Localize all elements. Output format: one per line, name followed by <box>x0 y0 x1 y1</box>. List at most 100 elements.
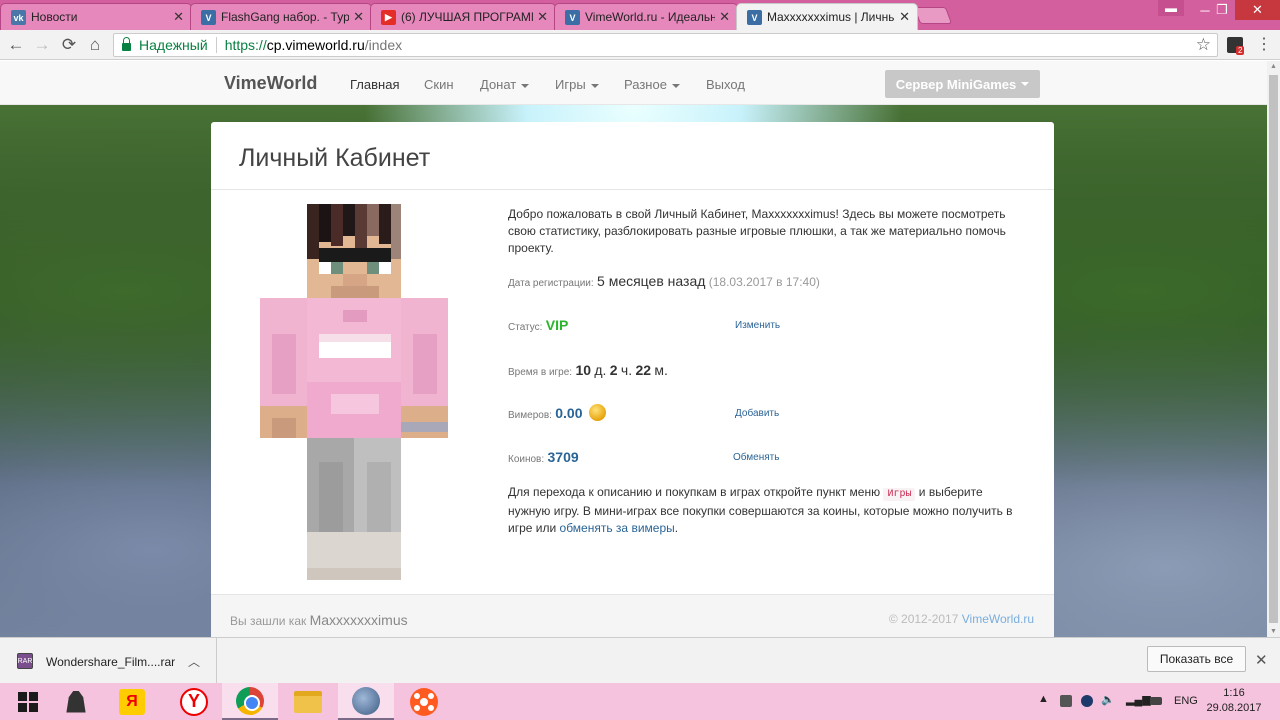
add-vimers-link[interactable]: Добавить <box>735 408 779 419</box>
browser-tab-strip: vk Новости ✕ V FlashGang набор. - Турн ✕… <box>0 0 1280 30</box>
taskbar-explorer[interactable] <box>280 683 336 720</box>
games-hint-text: Для перехода к описанию и покупкам в игр… <box>508 484 1028 537</box>
server-button-label: Сервер MiniGames <box>895 76 1017 92</box>
status-label: Статус: <box>508 322 543 333</box>
chrome-icon <box>236 686 264 715</box>
volume-icon[interactable]: 🔈 <box>1101 693 1115 706</box>
panel-footer: Вы зашли как Maxxxxxxximus © 2012-2017 V… <box>211 594 1054 637</box>
tray-overflow-icon[interactable]: ▲ <box>1038 693 1049 705</box>
nav-logout[interactable]: Выход <box>706 77 745 92</box>
vimeworld-footer-link[interactable]: VimeWorld.ru <box>962 612 1034 626</box>
download-file-name[interactable]: Wondershare_Film....rar <box>46 655 175 669</box>
page-title: Личный Кабинет <box>239 144 431 172</box>
vimers-label: Вимеров: <box>508 410 552 421</box>
chevron-down-icon <box>1021 82 1030 86</box>
clock-date: 29.08.2017 <box>1206 702 1262 714</box>
site-brand[interactable]: VimeWorld <box>224 73 317 94</box>
server-select-button[interactable]: Сервер MiniGames <box>885 70 1040 98</box>
language-indicator[interactable]: ENG <box>1174 695 1198 707</box>
vimers-value: 0.00 <box>555 405 583 421</box>
nav-misc-label: Разное <box>624 77 667 92</box>
windows-taskbar: Я Y ▲ 🔈 ▂▄▆ ENG 1:16 29.08.2017 <box>0 683 1280 720</box>
tab-title: FlashGang набор. - Турн <box>221 10 349 24</box>
registration-row: Дата регистрации: 5 месяцев назад (18.03… <box>508 273 820 289</box>
logged-in-user: Maxxxxxxximus <box>309 612 408 628</box>
close-tab-icon[interactable]: ✕ <box>537 9 548 25</box>
bookmark-star-icon[interactable]: ☆ <box>1196 35 1211 55</box>
scroll-down-icon[interactable]: ▼ <box>1270 628 1277 635</box>
security-label: Надежный <box>139 37 208 53</box>
close-tab-icon[interactable]: ✕ <box>353 9 364 25</box>
browser-tab-active[interactable]: V Maxxxxxxximus | Личный ✕ <box>736 3 918 30</box>
network-icon[interactable]: ▂▄▆ <box>1126 693 1151 706</box>
yandex-browser-icon: Y <box>180 687 208 716</box>
restore-icon[interactable]: ❐ <box>1207 0 1237 20</box>
exchange-for-vimers-link[interactable]: обменять за вимеры <box>560 521 675 535</box>
page-viewport: VimeWorld Главная Скин Донат Игры Разное… <box>0 61 1267 637</box>
tray-app-icon[interactable] <box>1060 695 1072 707</box>
panel-header: Личный Кабинет <box>211 122 1054 190</box>
nav-skin[interactable]: Скин <box>424 77 454 92</box>
scrollbar-thumb[interactable] <box>1269 75 1278 623</box>
change-status-link[interactable]: Изменить <box>735 320 780 331</box>
tab-title: VimeWorld.ru - Идеальн <box>585 10 715 24</box>
taskbar-teamspeak[interactable] <box>338 683 394 720</box>
nav-donate[interactable]: Донат <box>480 77 530 92</box>
browser-tab[interactable]: ▶ (6) ЛУЧШАЯ ПРОГРАММ ✕ <box>370 3 556 30</box>
clock-time: 1:16 <box>1223 687 1245 699</box>
battery-icon[interactable] <box>1150 697 1162 705</box>
url-path: /index <box>364 37 403 53</box>
forward-icon[interactable]: → <box>32 35 52 55</box>
taskbar-chrome[interactable] <box>222 683 278 720</box>
registration-label: Дата регистрации: <box>508 278 594 289</box>
taskbar-yandex-browser[interactable]: Y <box>166 683 222 720</box>
hint-text-start: Для перехода к описанию и покупкам в игр… <box>508 485 884 499</box>
address-bar[interactable]: Надежный https://cp.vimeworld.ru/index ☆ <box>113 33 1218 57</box>
vimeworld-icon: V <box>565 10 580 25</box>
new-tab-button[interactable] <box>913 7 953 24</box>
taskbar-media-player[interactable] <box>396 683 452 720</box>
coins-label: Коинов: <box>508 454 545 465</box>
playtime-hours-unit: ч. <box>620 362 633 378</box>
exchange-coins-link[interactable]: Обменять <box>733 452 779 463</box>
tab-title: Maxxxxxxximus | Личный <box>767 10 895 24</box>
browser-menu-icon[interactable]: ⋮ <box>1256 37 1272 53</box>
nav-games-label: Игры <box>555 77 586 92</box>
chevron-up-icon[interactable]: ︿ <box>188 653 200 670</box>
nav-games[interactable]: Игры <box>555 77 599 92</box>
browser-tab[interactable]: V VimeWorld.ru - Идеальн ✕ <box>554 3 738 30</box>
taskbar-world-of-tanks[interactable] <box>48 683 104 720</box>
hint-text-end: . <box>674 521 679 535</box>
scroll-up-icon[interactable]: ▲ <box>1270 63 1277 70</box>
close-tab-icon[interactable]: ✕ <box>719 9 730 25</box>
show-all-downloads-button[interactable]: Показать все <box>1147 646 1246 672</box>
copyright: © 2012-2017 VimeWorld.ru <box>889 612 1034 626</box>
folder-icon <box>294 690 322 713</box>
home-icon[interactable]: ⌂ <box>85 35 105 55</box>
nav-home[interactable]: Главная <box>350 77 399 92</box>
profile-icon[interactable]: ▬ <box>1158 0 1184 16</box>
browser-tab[interactable]: V FlashGang набор. - Турн ✕ <box>190 3 372 30</box>
window-close-icon[interactable]: ✕ <box>1235 0 1280 20</box>
reload-icon[interactable]: ⟳ <box>59 35 79 55</box>
tray-network-monitor-icon[interactable] <box>1081 695 1093 707</box>
close-tab-icon[interactable]: ✕ <box>899 9 910 25</box>
logged-in-prefix: Вы зашли как <box>230 614 307 628</box>
back-icon[interactable]: ← <box>6 35 26 55</box>
tab-title: (6) ЛУЧШАЯ ПРОГРАММ <box>401 10 533 24</box>
close-downloads-icon[interactable]: ✕ <box>1255 651 1268 669</box>
windows-logo-icon <box>18 691 38 712</box>
status-row: Статус: VIP <box>508 317 568 333</box>
browser-tab[interactable]: vk Новости ✕ <box>0 3 192 30</box>
playtime-days: 10 <box>575 362 592 378</box>
system-clock[interactable]: 1:16 29.08.2017 <box>1206 686 1262 716</box>
page-scrollbar[interactable]: ▲ ▼ <box>1267 61 1280 637</box>
playtime-minutes: 22 <box>635 362 652 378</box>
lock-icon <box>122 37 131 51</box>
taskbar-yandex[interactable]: Я <box>104 683 160 720</box>
close-tab-icon[interactable]: ✕ <box>173 9 184 25</box>
registration-date: (18.03.2017 в 17:40) <box>708 275 820 289</box>
status-value: VIP <box>545 317 569 333</box>
film-reel-icon <box>410 687 438 716</box>
nav-misc[interactable]: Разное <box>624 77 680 92</box>
